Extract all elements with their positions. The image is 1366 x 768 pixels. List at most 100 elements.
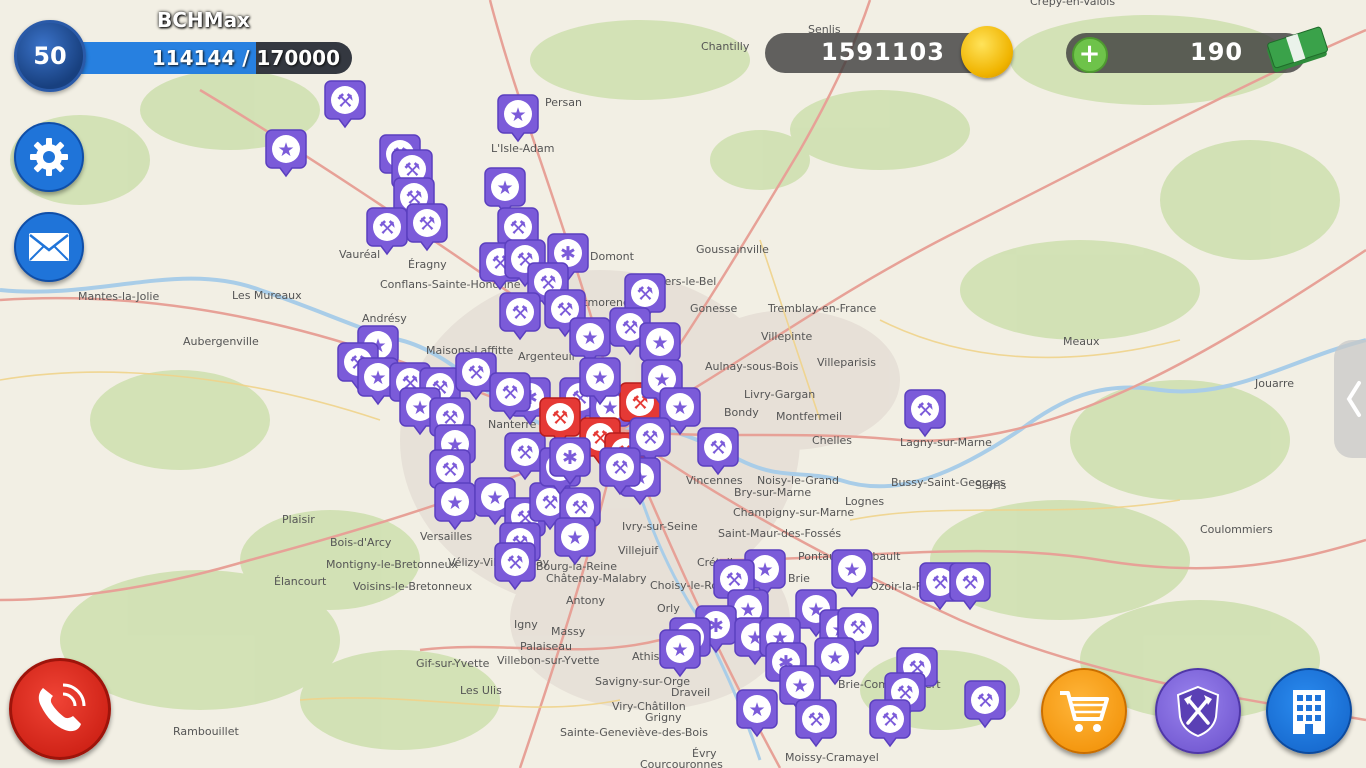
star-icon: ★	[826, 647, 843, 669]
map-label: Grigny	[645, 711, 682, 724]
crossed-axes-icon: ⚒	[506, 552, 523, 574]
map-label: Massy	[551, 625, 586, 638]
medical-icon: ✱	[560, 243, 576, 265]
coin-icon	[961, 26, 1013, 78]
crossed-axes-icon: ⚒	[541, 492, 558, 514]
alert-icon: ⚒	[551, 407, 568, 429]
star-icon: ★	[671, 397, 688, 419]
messages-button[interactable]	[14, 212, 84, 282]
player-level-badge[interactable]: 50	[14, 20, 86, 92]
plus-icon[interactable]: +	[1072, 37, 1108, 73]
map-label: Livry-Gargan	[744, 388, 815, 401]
star-icon: ★	[671, 639, 688, 661]
star-icon: ★	[509, 104, 526, 126]
star-icon: ★	[496, 177, 513, 199]
crossed-axes-icon: ⚒	[807, 709, 824, 731]
star-icon: ★	[566, 527, 583, 549]
map-label: Draveil	[671, 686, 710, 699]
map-label: Bondy	[724, 406, 759, 419]
crossed-axes-icon: ⚒	[976, 690, 993, 712]
map-label: Villebon-sur-Yvette	[497, 654, 600, 667]
map-label: Villepinte	[761, 330, 813, 343]
star-icon: ★	[591, 367, 608, 389]
map-label: Sainte-Geneviève-des-Bois	[560, 726, 708, 739]
star-icon: ★	[651, 332, 668, 354]
player-name: BCHMax	[157, 8, 250, 32]
crossed-axes-icon: ⚒	[725, 569, 742, 591]
map-label: Crépy-en-Valois	[1030, 0, 1115, 8]
map-label: Tremblay-en-France	[767, 302, 876, 315]
side-panel-tab[interactable]	[1334, 340, 1366, 458]
phone-icon	[38, 683, 86, 732]
crossed-axes-icon: ⚒	[931, 572, 948, 594]
map-label: Palaiseau	[520, 640, 572, 653]
star-icon: ★	[411, 397, 428, 419]
map-label: L'Isle-Adam	[491, 142, 554, 155]
map-label: Domont	[590, 250, 635, 263]
cash-value: 190	[1190, 38, 1244, 66]
map-label: Bry-sur-Marne	[734, 486, 811, 499]
map-label: Les Ulis	[460, 684, 502, 697]
map-label: Aulnay-sous-Bois	[705, 360, 799, 373]
map-label: Ivry-sur-Seine	[622, 520, 698, 533]
star-icon: ★	[748, 699, 765, 721]
map-label: Persan	[545, 96, 582, 109]
map-label: Saint-Maur-des-Fossés	[718, 527, 841, 540]
star-icon: ★	[277, 139, 294, 161]
map-label: Athis	[632, 650, 660, 663]
map-label: Chelles	[812, 434, 852, 447]
coins-display: 1591103	[765, 26, 1013, 78]
map-label: Mantes-la-Jolie	[78, 290, 159, 303]
star-icon: ★	[756, 559, 773, 581]
crossed-axes-icon: ⚒	[621, 317, 638, 339]
map-label: Gonesse	[690, 302, 737, 315]
crossed-axes-icon: ⚒	[709, 437, 726, 459]
crossed-axes-icon: ⚒	[378, 217, 395, 239]
map-label: Argenteuil	[518, 350, 575, 363]
crossed-axes-icon: ⚒	[916, 399, 933, 421]
crossed-axes-icon: ⚒	[571, 497, 588, 519]
map-label: Antony	[566, 594, 606, 607]
alliance-button[interactable]	[1155, 668, 1241, 754]
coins-value: 1591103	[821, 38, 945, 66]
map-label: Châtenay-Malabry	[546, 572, 647, 585]
crossed-axes-icon: ⚒	[641, 427, 658, 449]
map-label: Montigny-le-Bretonneux	[326, 558, 459, 571]
map-label: Élancourt	[274, 575, 327, 588]
crossed-axes-icon: ⚒	[881, 709, 898, 731]
buildings-button[interactable]	[1266, 668, 1352, 754]
map-label: Aubergenville	[183, 335, 259, 348]
banknote-icon	[1267, 26, 1328, 73]
shop-button[interactable]	[1041, 668, 1127, 754]
map-label: Meaux	[1063, 335, 1100, 348]
crossed-axes-icon: ⚒	[961, 572, 978, 594]
settings-button[interactable]	[14, 122, 84, 192]
map-label: Igny	[514, 618, 538, 631]
crossed-axes-icon: ⚒	[849, 617, 866, 639]
crossed-axes-icon: ⚒	[516, 442, 533, 464]
map-label: Coulommiers	[1200, 523, 1273, 536]
star-icon: ★	[601, 397, 618, 419]
map-label: Lagny-sur-Marne	[900, 436, 992, 449]
map-label: Les Mureaux	[232, 289, 302, 302]
chevron-left-icon	[1346, 381, 1361, 417]
map-label: Villeparisis	[817, 356, 876, 369]
medical-icon: ✱	[562, 447, 578, 469]
map-label: Brie	[788, 572, 810, 585]
xp-progress-text: 114144 / 170000	[151, 46, 340, 70]
crossed-axes-icon: ⚒	[336, 90, 353, 112]
world-map[interactable]: Senlis Crépy-en-Valois Chantilly Persan …	[0, 0, 1366, 768]
map-label: Montfermeil	[776, 410, 842, 423]
cash-display: + 190	[1066, 26, 1328, 73]
star-icon: ★	[791, 675, 808, 697]
star-icon: ★	[843, 559, 860, 581]
emergency-call-button[interactable]	[9, 658, 111, 760]
xp-progress-bar: 114144 / 170000	[60, 42, 352, 74]
map-label: Plaisir	[282, 513, 315, 526]
map-label: Versailles	[420, 530, 472, 543]
map-label: Éragny	[408, 258, 447, 271]
gear-icon	[30, 138, 68, 176]
crossed-axes-shield-icon	[1176, 685, 1220, 738]
map-label: Goussainville	[696, 243, 769, 256]
star-icon: ★	[486, 487, 503, 509]
